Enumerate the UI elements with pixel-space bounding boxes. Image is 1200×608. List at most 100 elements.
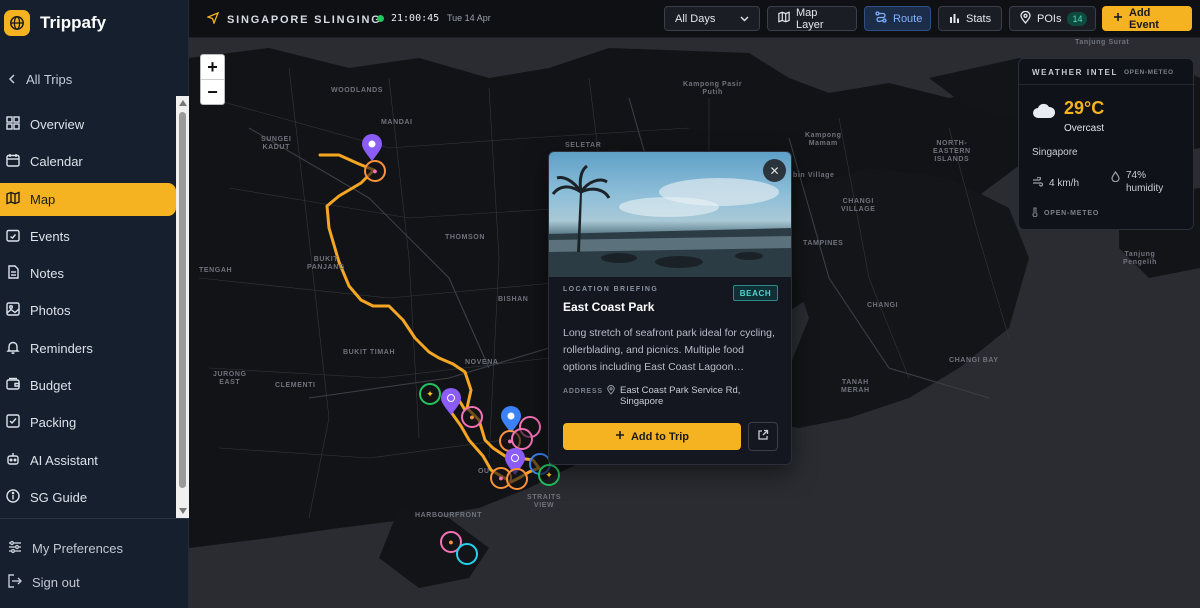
day-filter-value: All Days (675, 12, 716, 25)
location-title: East Coast Park (563, 300, 655, 314)
poi-marker[interactable]: ● (364, 160, 386, 182)
add-event-button[interactable]: Add Event (1102, 6, 1192, 31)
sliders-icon (8, 540, 22, 557)
sidebar-item-events[interactable]: Events (0, 220, 176, 253)
globe-icon (4, 10, 30, 36)
sidebar-item-sg-guide[interactable]: SG Guide (0, 481, 176, 514)
map-pin-marker[interactable] (440, 388, 462, 421)
map-label: MANDAI (381, 119, 413, 126)
pois-button[interactable]: POIs 14 (1009, 6, 1096, 31)
map-label: NORTH- EASTERN ISLANDS (933, 140, 971, 163)
poi-marker[interactable]: ✦ (538, 464, 560, 486)
grid-icon (6, 116, 20, 133)
sidebar-item-label: Calendar (30, 154, 83, 170)
sign-out-link[interactable]: Sign out (0, 565, 189, 599)
weather-footer: OPEN-METEO (1032, 207, 1099, 219)
sidebar-item-notes[interactable]: Notes (0, 257, 176, 290)
poi-icon: ● (372, 166, 378, 176)
zoom-in-button[interactable]: + (201, 55, 224, 80)
map-label: TANAH MERAH (841, 379, 870, 394)
map-layer-label: Map Layer (796, 6, 824, 31)
map-label: CLEMENTI (275, 382, 316, 389)
poi-marker[interactable]: ● (461, 406, 483, 428)
wind-icon (1032, 176, 1044, 190)
add-to-trip-button[interactable]: Add to Trip (563, 423, 741, 450)
scroll-down-arrow[interactable] (179, 508, 187, 514)
weather-condition: Overcast (1064, 123, 1105, 134)
logout-icon (8, 573, 22, 591)
map-label: bin Village (793, 172, 835, 179)
location-popup: ✕ LOCATION BRIEFING BEACH East Coast Par… (548, 151, 792, 465)
brand[interactable]: Trippafy (4, 10, 106, 36)
sidebar-item-budget[interactable]: Budget (0, 369, 176, 402)
divider (1019, 84, 1195, 85)
thermometer-icon (1032, 207, 1038, 219)
poi-marker[interactable] (506, 468, 528, 490)
trip-title-text: SINGAPORE SLINGING (227, 13, 382, 26)
sidebar-item-photos[interactable]: Photos (0, 294, 176, 327)
map-label: SELETAR (565, 142, 602, 149)
sidebar-item-label: Reminders (30, 340, 93, 356)
sidebar-item-reminders[interactable]: Reminders (0, 332, 176, 365)
poi-marker[interactable] (511, 428, 533, 450)
pin-icon (1020, 10, 1031, 27)
map-label: Kampong Pasir Putih (683, 81, 743, 96)
stats-button[interactable]: Stats (938, 6, 1002, 31)
sidebar-item-overview[interactable]: Overview (0, 108, 176, 141)
map-label: BUKIT PANJANG (307, 256, 345, 271)
brand-name: Trippafy (40, 13, 107, 32)
trip-title: SINGAPORE SLINGING (206, 11, 382, 27)
sidebar-item-ai-assistant[interactable]: AI Assistant (0, 444, 176, 477)
poi-marker[interactable]: ✦ (419, 383, 441, 405)
sidebar-scrollbar[interactable] (176, 96, 189, 518)
popup-kicker: LOCATION BRIEFING (563, 286, 659, 293)
my-preferences-link[interactable]: My Preferences (0, 531, 189, 565)
note-icon (6, 265, 20, 282)
category-badge: BEACH (733, 285, 778, 301)
close-button[interactable]: ✕ (763, 159, 786, 182)
info-icon (6, 489, 20, 506)
map-icon (6, 191, 20, 208)
leaf-icon: ✦ (426, 388, 434, 399)
clock: 21:00:45 (391, 13, 440, 24)
sidebar-item-calendar[interactable]: Calendar (0, 145, 176, 178)
live-indicator (377, 15, 384, 22)
map-label: OU (478, 468, 490, 475)
pin-icon (607, 385, 615, 407)
beach-photo-art (549, 164, 791, 277)
weather-source: OPEN-METEO (1124, 69, 1174, 76)
scroll-thumb[interactable] (179, 112, 186, 488)
chevron-left-icon (8, 72, 16, 87)
map-label: TAMPINES (803, 240, 844, 247)
day-filter-select[interactable]: All Days (664, 6, 760, 31)
address-text: East Coast Park Service Rd, Singapore (620, 385, 741, 407)
zoom-out-button[interactable]: − (201, 80, 224, 105)
address-label: ADDRESS (563, 388, 603, 395)
sidebar-item-map[interactable]: Map (0, 182, 176, 216)
poi-marker[interactable] (456, 543, 478, 565)
weather-location: Singapore (1032, 147, 1078, 158)
open-external-button[interactable] (748, 422, 778, 451)
map-label: THOMSON (445, 234, 485, 241)
map-label: CHANGI VILLAGE (841, 198, 876, 213)
bar-chart-icon (949, 12, 960, 26)
all-trips-link[interactable]: All Trips (8, 72, 72, 87)
address: East Coast Park Service Rd, Singapore (607, 385, 760, 407)
cloud-icon (1032, 103, 1056, 124)
map-label: CHANGI (867, 302, 899, 309)
zoom-control: + − (200, 54, 225, 105)
sidebar-item-packing[interactable]: Packing (0, 406, 176, 439)
location-description: Long stretch of seafront park ideal for … (563, 327, 775, 373)
map-label: TENGAH (199, 267, 233, 274)
sidebar-footer: My Preferences Sign out (0, 518, 189, 599)
map-layer-button[interactable]: Map Layer (767, 6, 857, 31)
sidebar-nav: Overview Calendar Map Events Notes Photo… (0, 108, 176, 518)
bell-icon (6, 340, 20, 357)
map-icon (778, 11, 790, 26)
event-icon (6, 228, 20, 245)
poi-icon: ● (469, 412, 475, 422)
scroll-up-arrow[interactable] (179, 100, 187, 106)
route-button[interactable]: Route (864, 6, 931, 31)
sidebar-item-label: Events (30, 228, 70, 244)
my-preferences-label: My Preferences (32, 540, 124, 556)
